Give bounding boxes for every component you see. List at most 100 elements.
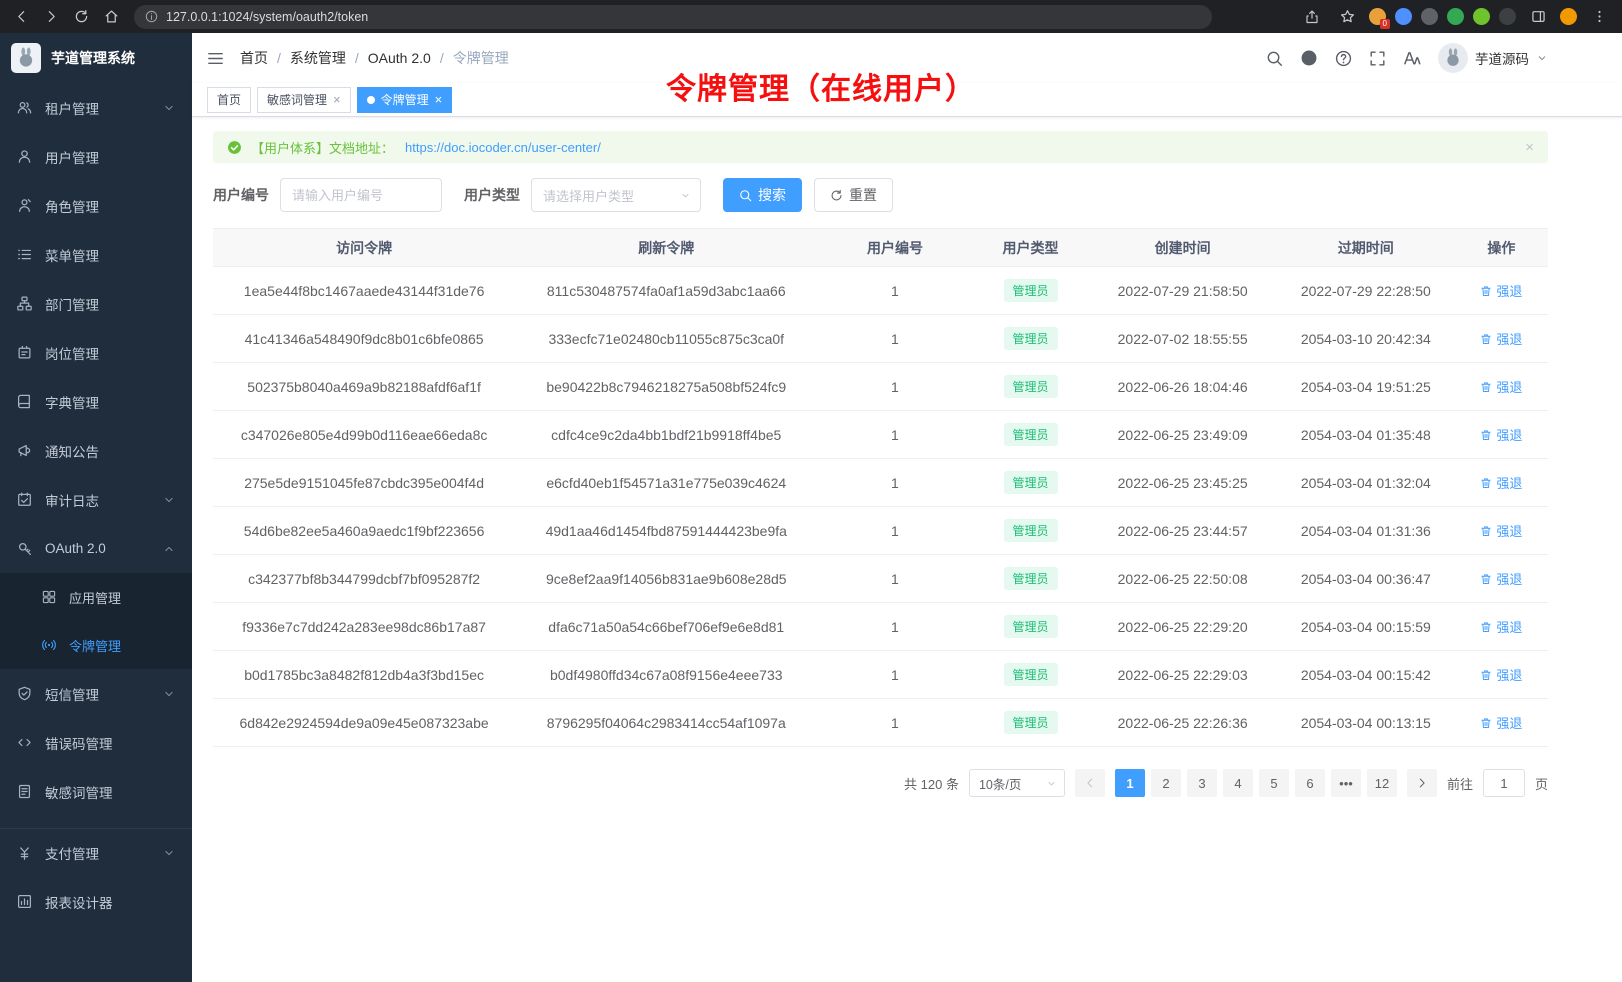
tab-敏感词管理[interactable]: 敏感词管理×	[257, 87, 351, 113]
sidebar-toggle-icon[interactable]	[207, 50, 224, 67]
doc-link[interactable]: https://doc.iocoder.cn/user-center/	[405, 140, 601, 155]
address-bar[interactable]: 127.0.0.1:1024/system/oauth2/token	[134, 5, 1212, 29]
force-logout-button[interactable]: 强退	[1480, 521, 1522, 540]
search-form: 用户编号 用户类型 请选择用户类型 搜索 重置	[213, 178, 1548, 212]
sidebar-item[interactable]: 用户管理	[0, 132, 192, 181]
more-pages-button[interactable]: •••	[1331, 769, 1361, 797]
force-logout-button[interactable]: 强退	[1480, 425, 1522, 444]
tab-label: 令牌管理	[381, 91, 429, 108]
extension-icon[interactable]: 0	[1369, 8, 1386, 25]
force-logout-button[interactable]: 强退	[1480, 617, 1522, 636]
tab-首页[interactable]: 首页	[207, 87, 251, 113]
tab-close-icon[interactable]: ×	[435, 93, 443, 106]
browser-menu-icon[interactable]	[1586, 4, 1612, 30]
site-info-icon[interactable]	[145, 10, 158, 23]
browser-home-icon[interactable]	[98, 4, 124, 30]
goto-page-input[interactable]	[1483, 769, 1525, 797]
page-button[interactable]: 12	[1367, 769, 1397, 797]
browser-profile-avatar[interactable]	[1560, 8, 1577, 25]
sidebar-item[interactable]: 字典管理	[0, 377, 192, 426]
column-header: 用户编号	[817, 229, 972, 267]
tab-令牌管理[interactable]: 令牌管理 ×	[357, 87, 453, 113]
alert-close-icon[interactable]: ×	[1525, 139, 1534, 156]
breadcrumb-item-home[interactable]: 首页	[240, 48, 268, 68]
font-size-icon[interactable]	[1403, 49, 1421, 67]
extension-icon[interactable]	[1473, 8, 1490, 25]
access-token-cell: b0d1785bc3a8482f812db4a3f3bd15ec	[213, 651, 515, 699]
expire-time-cell: 2054-03-04 01:32:04	[1277, 459, 1455, 507]
page-size-select[interactable]: 10条/页	[969, 769, 1065, 797]
chevron-down-icon	[163, 847, 175, 859]
breadcrumb-separator: /	[277, 50, 281, 66]
share-icon[interactable]	[1299, 4, 1325, 30]
force-logout-button[interactable]: 强退	[1480, 569, 1522, 588]
page-button[interactable]: 1	[1115, 769, 1145, 797]
next-page-button[interactable]	[1407, 769, 1437, 797]
page-button[interactable]: 4	[1223, 769, 1253, 797]
prev-page-button[interactable]	[1075, 769, 1105, 797]
sidebar-item-label: 令牌管理	[69, 636, 121, 655]
force-logout-button[interactable]: 强退	[1480, 329, 1522, 348]
user-type-cell: 管理员	[973, 555, 1089, 603]
page-button[interactable]: 6	[1295, 769, 1325, 797]
extension-icon[interactable]	[1421, 8, 1438, 25]
dict-icon	[17, 394, 32, 409]
user-type-select[interactable]: 请选择用户类型	[531, 178, 701, 212]
browser-reload-icon[interactable]	[68, 4, 94, 30]
app-logo[interactable]: 芋道管理系统	[0, 33, 192, 83]
force-logout-button[interactable]: 强退	[1480, 473, 1522, 492]
create-time-cell: 2022-06-25 22:29:20	[1088, 603, 1276, 651]
search-button[interactable]: 搜索	[723, 178, 802, 212]
user-menu[interactable]: 芋道源码	[1438, 43, 1548, 73]
help-icon[interactable]	[1335, 50, 1352, 67]
sidebar-subitem[interactable]: 应用管理	[0, 573, 192, 621]
sidebar-item[interactable]: 报表设计器	[0, 877, 192, 926]
user-type-placeholder: 请选择用户类型	[543, 186, 634, 205]
reset-button[interactable]: 重置	[814, 178, 893, 212]
fullscreen-icon[interactable]	[1369, 50, 1386, 67]
browser-back-icon[interactable]	[8, 4, 34, 30]
github-icon[interactable]	[1300, 49, 1318, 67]
sidebar-item[interactable]: OAuth 2.0	[0, 524, 192, 573]
force-logout-button[interactable]: 强退	[1480, 281, 1522, 300]
sidebar-item[interactable]: 短信管理	[0, 669, 192, 718]
force-logout-button[interactable]: 强退	[1480, 713, 1522, 732]
sidebar-item[interactable]: 菜单管理	[0, 230, 192, 279]
extension-icon[interactable]	[1447, 8, 1464, 25]
bookmark-star-icon[interactable]	[1334, 4, 1360, 30]
side-panel-icon[interactable]	[1525, 4, 1551, 30]
sidebar-item-label: 短信管理	[45, 684, 99, 704]
user-type-tag: 管理员	[1004, 711, 1058, 734]
sidebar-item[interactable]: 审计日志	[0, 475, 192, 524]
sidebar-item[interactable]: 支付管理	[0, 828, 192, 877]
breadcrumb-item-system[interactable]: 系统管理	[290, 48, 346, 68]
page-button[interactable]: 2	[1151, 769, 1181, 797]
sidebar-item[interactable]: 部门管理	[0, 279, 192, 328]
sidebar-item[interactable]: 租户管理	[0, 83, 192, 132]
user-id-input[interactable]	[280, 178, 442, 212]
create-time-cell: 2022-06-25 23:44:57	[1088, 507, 1276, 555]
extension-icon[interactable]	[1395, 8, 1412, 25]
table-row: 502375b8040a469a9b82188afdf6af1fbe90422b…	[213, 363, 1548, 411]
errcode-icon	[17, 735, 32, 750]
table-row: 1ea5e44f8bc1467aaede43144f31de76811c5304…	[213, 267, 1548, 315]
page-button[interactable]: 5	[1259, 769, 1289, 797]
sidebar-item[interactable]: 敏感词管理	[0, 767, 192, 816]
force-logout-label: 强退	[1496, 473, 1522, 492]
sidebar-subitem[interactable]: 令牌管理	[0, 621, 192, 669]
page-button[interactable]: 3	[1187, 769, 1217, 797]
tab-close-icon[interactable]: ×	[333, 93, 341, 106]
sidebar-item[interactable]: 错误码管理	[0, 718, 192, 767]
force-logout-label: 强退	[1496, 665, 1522, 684]
force-logout-label: 强退	[1496, 377, 1522, 396]
browser-forward-icon[interactable]	[38, 4, 64, 30]
search-icon[interactable]	[1266, 50, 1283, 67]
sidebar-item[interactable]: 角色管理	[0, 181, 192, 230]
force-logout-button[interactable]: 强退	[1480, 665, 1522, 684]
breadcrumb-item-oauth[interactable]: OAuth 2.0	[368, 50, 431, 66]
force-logout-button[interactable]: 强退	[1480, 377, 1522, 396]
sidebar-item[interactable]: 通知公告	[0, 426, 192, 475]
sidebar-item[interactable]: 岗位管理	[0, 328, 192, 377]
user-type-cell: 管理员	[973, 459, 1089, 507]
extension-icon[interactable]	[1499, 8, 1516, 25]
